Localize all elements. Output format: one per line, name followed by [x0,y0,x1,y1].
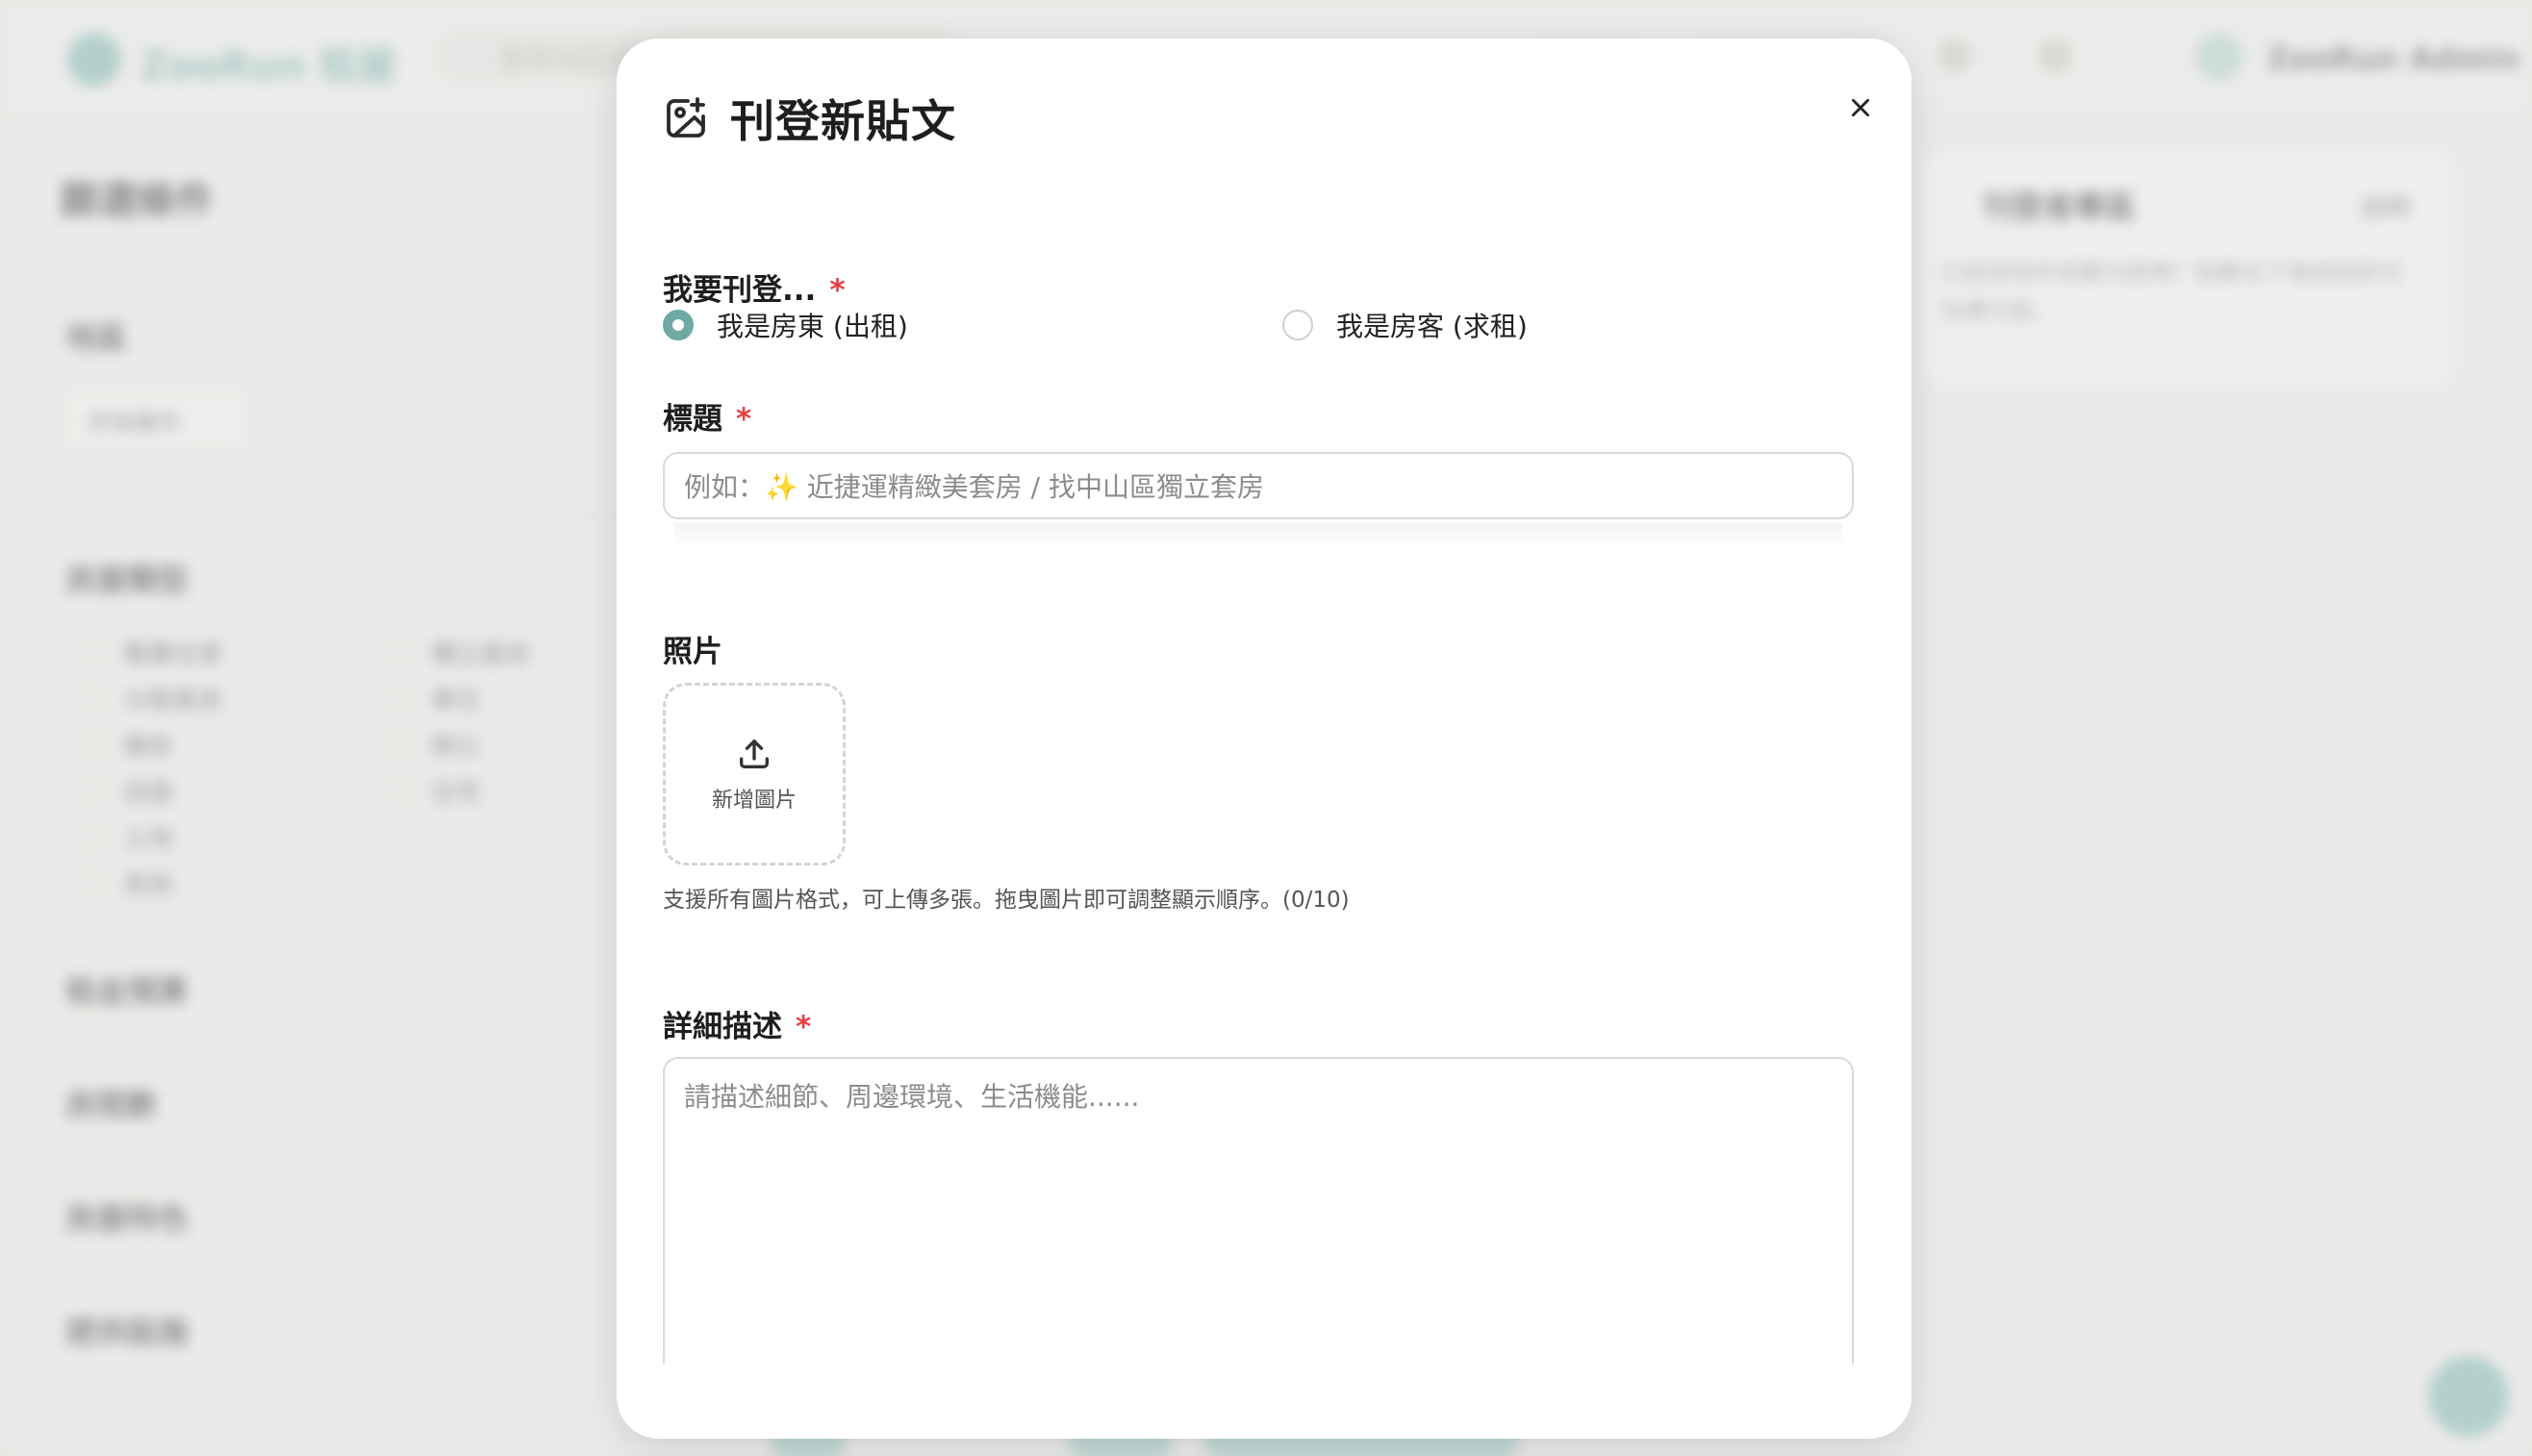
required-mark: * [736,402,752,437]
description-textarea[interactable]: 請描述細節、周邊環境、生活機能...... [663,1057,1854,1365]
title-label: 標題 * [663,394,751,438]
title-input-placeholder: 例如：✨ 近捷運精緻美套房 / 找中山區獨立套房 [684,471,1265,503]
image-plus-icon [667,97,705,138]
post-type-label-text: 我要刊登... [663,273,817,308]
upload-icon [740,740,769,768]
radio-landlord-label: 我是房東 (出租) [717,311,908,342]
description-label: 詳細描述 * [663,1002,811,1045]
radio-checked-icon[interactable] [663,310,694,340]
title-label-text: 標題 [663,402,722,437]
radio-tenant-label: 我是房客 (求租) [1336,311,1528,342]
post-type-label: 我要刊登... * [663,265,846,309]
photo-label: 照片 [663,635,722,669]
upload-image-button[interactable]: 新增圖片 [663,683,846,866]
scroll-fade [663,1356,1854,1394]
modal-title: 刊登新貼文 [730,95,956,147]
title-input[interactable]: 例如：✨ 近捷運精緻美套房 / 找中山區獨立套房 [663,452,1854,519]
modal-header: 刊登新貼文 [663,87,956,150]
radio-tenant[interactable]: 我是房客 (求租) [1282,306,1528,344]
required-mark: * [796,1010,812,1044]
description-placeholder: 請描述細節、周邊環境、生活機能...... [684,1081,1140,1113]
required-mark: * [829,273,846,308]
close-icon [1852,99,1869,116]
input-shadow [674,523,1842,548]
description-label-text: 詳細描述 [663,1010,782,1044]
create-post-modal: 刊登新貼文 我要刊登... * 我是房東 (出租) 我是房客 (求租) 標題 * 例… [617,38,1912,1439]
photo-help-text: 支援所有圖片格式，可上傳多張。拖曳圖片即可調整顯示順序。(0/10) [663,888,1350,913]
radio-landlord[interactable]: 我是房東 (出租) [663,306,908,344]
radio-unchecked-icon[interactable] [1282,310,1313,340]
close-button[interactable] [1830,77,1891,138]
upload-image-label: 新增圖片 [711,789,797,813]
